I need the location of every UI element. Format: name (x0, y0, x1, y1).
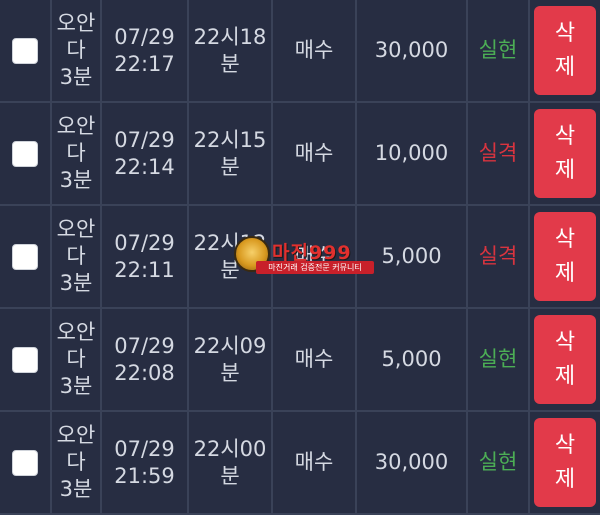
delete-cell: 삭 제 (530, 309, 600, 410)
trade-type: 매수 (294, 347, 334, 371)
result-status: 실격 (478, 244, 518, 268)
date-cell: 07/29 22:11 (102, 206, 189, 307)
result-status: 실현 (478, 38, 518, 62)
bet-amount: 5,000 (381, 244, 442, 268)
result-status: 실현 (478, 347, 518, 371)
result-cell: 실현 (468, 0, 530, 101)
game-cell: 오안 다 3분 (52, 206, 102, 307)
trade-type: 매수 (294, 141, 334, 165)
date-cell: 07/29 22:08 (102, 309, 189, 410)
result-cell: 실격 (468, 206, 530, 307)
round-cell: 22시00 분 (189, 412, 273, 513)
round-time: 22시18 분 (193, 24, 267, 76)
select-cell (0, 0, 52, 101)
bet-datetime: 07/29 22:11 (114, 230, 175, 282)
bet-datetime: 07/29 22:08 (114, 333, 175, 385)
row-checkbox[interactable] (12, 449, 38, 476)
select-cell (0, 309, 52, 410)
round-time: 22시15 분 (193, 127, 267, 179)
trade-type: 매수 (294, 38, 334, 62)
table-row: 오안 다 3분 07/29 22:14 22시15 분 매수 10,000 실격… (0, 103, 600, 206)
bet-amount: 10,000 (374, 141, 449, 165)
trade-type: 매수 (294, 450, 334, 474)
delete-cell: 삭 제 (530, 206, 600, 307)
row-checkbox[interactable] (12, 140, 38, 167)
select-cell (0, 412, 52, 513)
type-cell: 매수 (273, 412, 357, 513)
result-cell: 실현 (468, 309, 530, 410)
game-cell: 오안 다 3분 (52, 309, 102, 410)
bet-amount: 30,000 (374, 450, 449, 474)
bet-amount: 5,000 (381, 347, 442, 371)
table-row: 오안 다 3분 07/29 22:11 22시12 분 매수 5,000 실격 … (0, 206, 600, 309)
round-cell: 22시12 분 (189, 206, 273, 307)
row-checkbox[interactable] (12, 243, 38, 270)
game-cell: 오안 다 3분 (52, 0, 102, 101)
table-row: 오안 다 3분 07/29 21:59 22시00 분 매수 30,000 실현… (0, 412, 600, 515)
delete-button[interactable]: 삭 제 (534, 418, 596, 507)
date-cell: 07/29 22:14 (102, 103, 189, 204)
round-time: 22시00 분 (193, 436, 267, 488)
result-status: 실격 (478, 141, 518, 165)
result-cell: 실격 (468, 103, 530, 204)
delete-cell: 삭 제 (530, 412, 600, 513)
game-cell: 오안 다 3분 (52, 103, 102, 204)
delete-button[interactable]: 삭 제 (534, 109, 596, 198)
result-status: 실현 (478, 450, 518, 474)
type-cell: 매수 (273, 103, 357, 204)
type-cell: 매수 (273, 309, 357, 410)
game-name: 오안 다 3분 (56, 217, 96, 295)
bet-datetime: 07/29 21:59 (114, 436, 175, 488)
round-cell: 22시18 분 (189, 0, 273, 101)
amount-cell: 30,000 (357, 0, 468, 101)
type-cell: 매수 (273, 206, 357, 307)
amount-cell: 5,000 (357, 309, 468, 410)
date-cell: 07/29 22:17 (102, 0, 189, 101)
game-name: 오안 다 3분 (56, 114, 96, 192)
delete-button[interactable]: 삭 제 (534, 212, 596, 301)
select-cell (0, 103, 52, 204)
amount-cell: 30,000 (357, 412, 468, 513)
table-row: 오안 다 3분 07/29 22:08 22시09 분 매수 5,000 실현 … (0, 309, 600, 412)
trade-type: 매수 (294, 244, 334, 268)
delete-button[interactable]: 삭 제 (534, 6, 596, 95)
bet-datetime: 07/29 22:14 (114, 127, 175, 179)
result-cell: 실현 (468, 412, 530, 513)
round-cell: 22시09 분 (189, 309, 273, 410)
bet-datetime: 07/29 22:17 (114, 24, 175, 76)
game-cell: 오안 다 3분 (52, 412, 102, 513)
type-cell: 매수 (273, 0, 357, 101)
round-time: 22시12 분 (193, 230, 267, 282)
row-checkbox[interactable] (12, 37, 38, 64)
game-name: 오안 다 3분 (56, 320, 96, 398)
game-name: 오안 다 3분 (56, 11, 96, 89)
bet-amount: 30,000 (374, 38, 449, 62)
row-checkbox[interactable] (12, 346, 38, 373)
select-cell (0, 206, 52, 307)
delete-cell: 삭 제 (530, 103, 600, 204)
amount-cell: 10,000 (357, 103, 468, 204)
round-cell: 22시15 분 (189, 103, 273, 204)
date-cell: 07/29 21:59 (102, 412, 189, 513)
delete-cell: 삭 제 (530, 0, 600, 101)
amount-cell: 5,000 (357, 206, 468, 307)
delete-button[interactable]: 삭 제 (534, 315, 596, 404)
table-row: 오안 다 3분 07/29 22:17 22시18 분 매수 30,000 실현… (0, 0, 600, 103)
game-name: 오안 다 3분 (56, 423, 96, 501)
round-time: 22시09 분 (193, 333, 267, 385)
